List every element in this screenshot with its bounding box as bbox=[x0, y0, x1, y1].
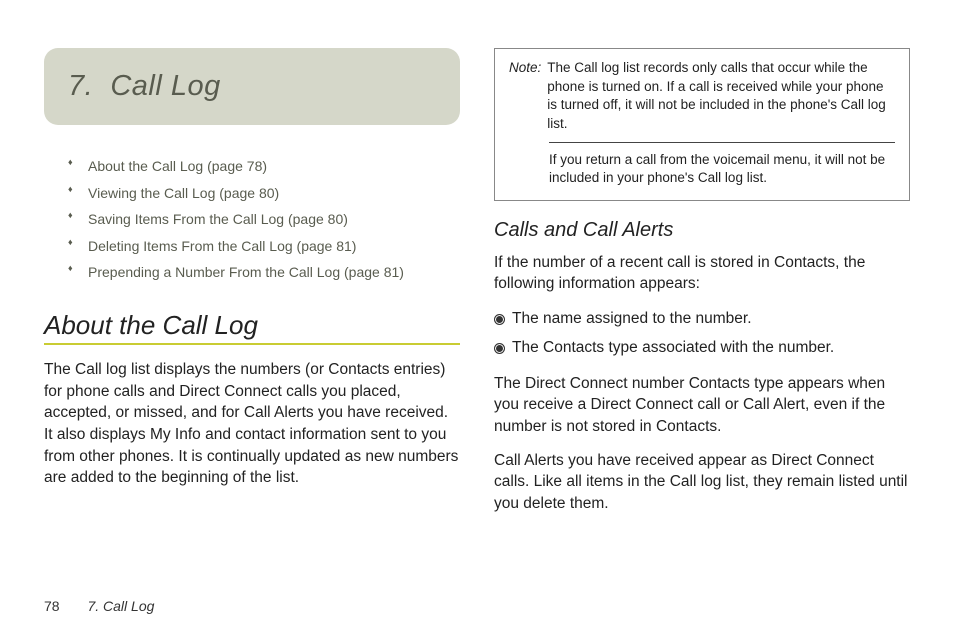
right-column: Note: The Call log list records only cal… bbox=[494, 48, 910, 527]
about-paragraph: The Call log list displays the numbers (… bbox=[44, 359, 460, 489]
list-item: The Contacts type associated with the nu… bbox=[494, 336, 910, 361]
page-number: 78 bbox=[44, 598, 60, 614]
chapter-banner: 7. Call Log bbox=[44, 48, 460, 125]
note-text-1: The Call log list records only calls tha… bbox=[547, 59, 895, 134]
footer-label: 7. Call Log bbox=[87, 598, 154, 614]
calls-para-3: Call Alerts you have received appear as … bbox=[494, 450, 910, 515]
calls-bullet-list: The name assigned to the number. The Con… bbox=[494, 307, 910, 361]
note-divider bbox=[549, 142, 895, 143]
list-item: The name assigned to the number. bbox=[494, 307, 910, 332]
calls-para-2: The Direct Connect number Contacts type … bbox=[494, 373, 910, 438]
toc-item: About the Call Log (page 78) bbox=[68, 153, 460, 180]
chapter-title: 7. Call Log bbox=[68, 70, 436, 103]
toc-item: Viewing the Call Log (page 80) bbox=[68, 180, 460, 207]
subsection-heading-calls: Calls and Call Alerts bbox=[494, 219, 910, 242]
page-footer: 78 7. Call Log bbox=[44, 598, 154, 614]
section-heading-about: About the Call Log bbox=[44, 310, 460, 345]
table-of-contents: About the Call Log (page 78) Viewing the… bbox=[44, 153, 460, 286]
toc-item: Deleting Items From the Call Log (page 8… bbox=[68, 233, 460, 260]
toc-item: Prepending a Number From the Call Log (p… bbox=[68, 259, 460, 286]
note-box: Note: The Call log list records only cal… bbox=[494, 48, 910, 201]
note-text-2: If you return a call from the voicemail … bbox=[509, 151, 895, 188]
toc-item: Saving Items From the Call Log (page 80) bbox=[68, 206, 460, 233]
chapter-name: Call Log bbox=[110, 70, 220, 102]
left-column: 7. Call Log About the Call Log (page 78)… bbox=[44, 48, 460, 527]
note-label: Note: bbox=[509, 59, 541, 134]
calls-intro: If the number of a recent call is stored… bbox=[494, 252, 910, 295]
chapter-number: 7. bbox=[68, 70, 93, 102]
